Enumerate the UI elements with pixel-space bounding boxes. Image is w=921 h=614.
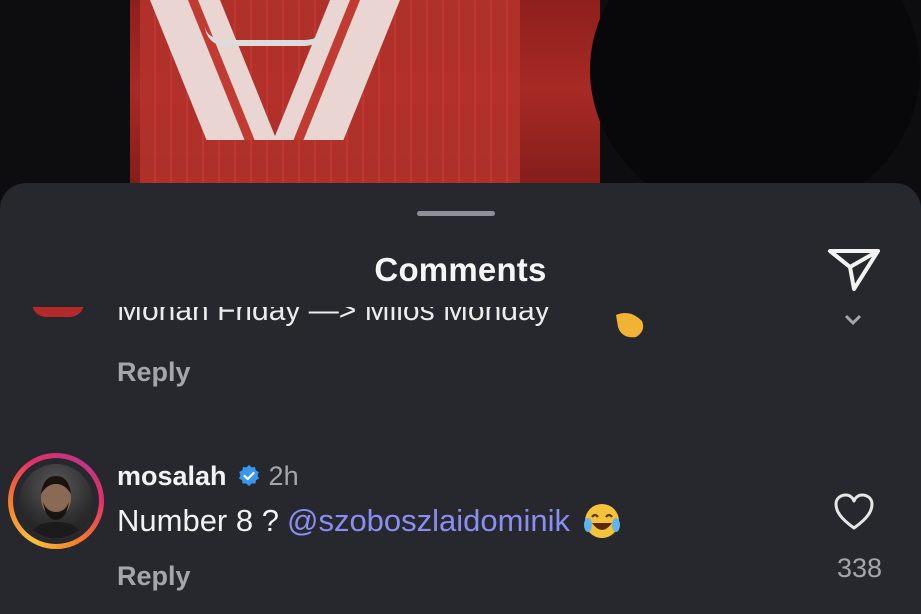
hanger-image	[205, 0, 325, 46]
like-count: 338	[836, 553, 882, 583]
previous-comment: Mohan Friday —> Milos Monday	[0, 307, 921, 341]
username[interactable]: mosalah	[117, 461, 227, 492]
avatar-photo	[19, 464, 93, 538]
avatar[interactable]	[8, 453, 104, 549]
sheet-drag-handle[interactable]	[417, 211, 495, 216]
sheet-title: Comments	[374, 251, 547, 288]
avatar[interactable]	[32, 307, 84, 317]
post-media-background	[0, 0, 921, 200]
chevron-down-icon[interactable]	[843, 313, 863, 327]
laughing-tears-emoji	[584, 504, 620, 538]
clapping-hand-emoji	[616, 313, 644, 338]
paper-plane-icon	[828, 249, 880, 291]
heart-icon	[834, 493, 874, 530]
comment-text-content: Number 8 ?	[117, 503, 279, 538]
comment-text: Mohan Friday —> Milos Monday	[117, 307, 550, 327]
comment-header: mosalah 2h	[117, 459, 299, 493]
person-icon	[29, 476, 83, 538]
reply-button[interactable]: Reply	[117, 357, 191, 388]
mention-link[interactable]: @szoboszlaidominik	[287, 503, 570, 539]
person-silhouette	[590, 0, 920, 200]
verified-badge-icon	[238, 465, 259, 486]
like-button[interactable]	[834, 493, 874, 531]
share-button[interactable]	[826, 243, 882, 295]
comment-text: Number 8 ? @szoboszlaidominik	[117, 501, 622, 541]
timestamp: 2h	[268, 460, 299, 491]
comments-sheet: Comments Mohan Friday —> Milos Monday Re…	[0, 183, 921, 614]
reply-button[interactable]: Reply	[117, 561, 191, 592]
